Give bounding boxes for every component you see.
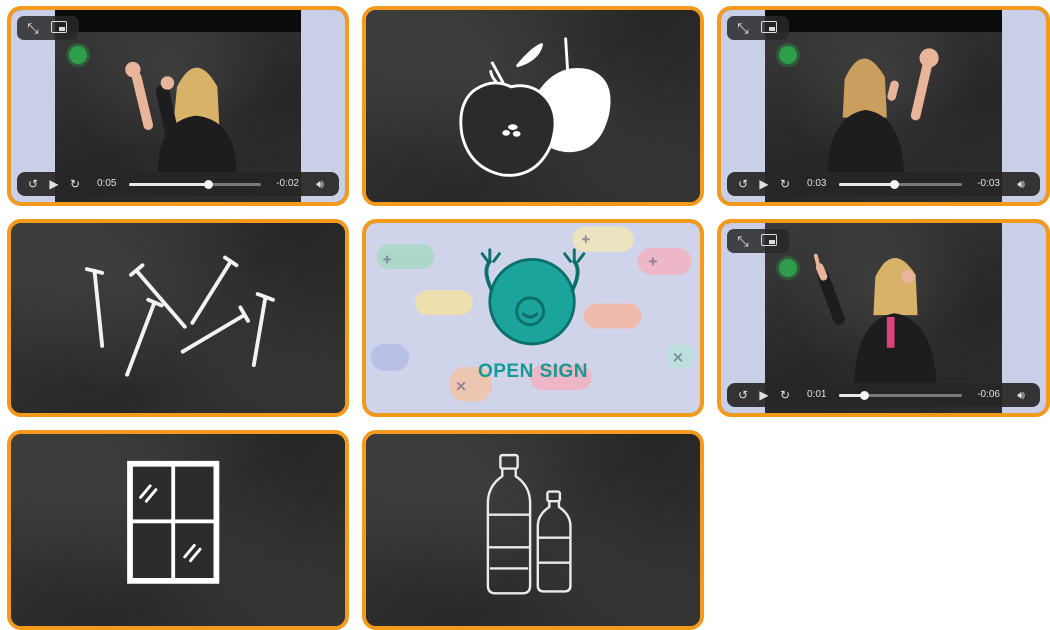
forward-icon[interactable]: ↻: [777, 383, 793, 407]
expand-icon[interactable]: ⤡: [734, 232, 752, 250]
video-tile-3[interactable]: ⤡ ↺ ▶ ↻ 0:01 -0:06 🔊︎: [717, 219, 1050, 417]
progress-slider[interactable]: [129, 180, 261, 189]
nails-icon: [84, 255, 275, 377]
video-controls-bar: ↺ ▶ ↻ 0:03 -0:03 🔊︎: [727, 172, 1040, 196]
volume-icon[interactable]: 🔊︎: [1012, 383, 1030, 407]
volume-icon[interactable]: 🔊︎: [311, 172, 329, 196]
remaining-time: -0:03: [977, 178, 1000, 189]
video-overlay-controls: ⤡: [17, 16, 79, 40]
video-tile-2[interactable]: ⤡ ↺ ▶ ↻ 0:03 -0:03 🔊︎: [717, 6, 1050, 206]
nails-card[interactable]: [7, 219, 349, 417]
rewind-icon[interactable]: ↺: [25, 172, 41, 196]
picture-in-picture-icon[interactable]: [761, 21, 777, 33]
video-overlay-controls: ⤡: [727, 16, 789, 40]
window-card[interactable]: [7, 430, 349, 630]
play-icon[interactable]: ▶: [47, 172, 61, 196]
recycle-logo-icon: [779, 46, 797, 64]
progress-slider[interactable]: [839, 180, 962, 189]
volume-icon[interactable]: 🔊︎: [1012, 172, 1030, 196]
rewind-icon[interactable]: ↺: [735, 172, 751, 196]
recycle-logo-icon: [69, 46, 87, 64]
expand-icon[interactable]: ⤡: [734, 19, 752, 37]
video-controls-bar: ↺ ▶ ↻ 0:05 -0:02 🔊︎: [17, 172, 339, 196]
progress-slider[interactable]: [839, 391, 962, 400]
recycle-logo-icon: [779, 259, 797, 277]
play-icon[interactable]: ▶: [757, 172, 771, 196]
play-icon[interactable]: ▶: [757, 383, 771, 407]
forward-icon[interactable]: ↻: [777, 172, 793, 196]
apples-icon: [459, 37, 611, 177]
video-tile-1[interactable]: ⤡ ↺ ▶ ↻ 0:05 -0:02 🔊︎: [7, 6, 349, 206]
video-overlay-controls: ⤡: [727, 229, 789, 253]
elapsed-time: 0:05: [97, 178, 117, 189]
window-icon: [127, 460, 220, 584]
elapsed-time: 0:01: [807, 389, 827, 400]
forward-icon[interactable]: ↻: [67, 172, 83, 196]
video-controls-bar: ↺ ▶ ↻ 0:01 -0:06 🔊︎: [727, 383, 1040, 407]
game-controllers-pattern: [370, 226, 696, 402]
picture-in-picture-icon[interactable]: [51, 21, 67, 33]
elapsed-time: 0:03: [807, 178, 827, 189]
open-sign-brand: OPEN SIGN: [477, 361, 589, 382]
picture-in-picture-icon[interactable]: [761, 234, 777, 246]
remaining-time: -0:02: [276, 178, 299, 189]
expand-icon[interactable]: ⤡: [24, 19, 42, 37]
remaining-time: -0:06: [977, 389, 1000, 400]
bottles-card[interactable]: [362, 430, 704, 630]
open-sign-card[interactable]: OPEN SIGN: [362, 219, 704, 417]
rewind-icon[interactable]: ↺: [735, 383, 751, 407]
bottles-icon: [486, 453, 572, 595]
apples-card[interactable]: [362, 6, 704, 206]
